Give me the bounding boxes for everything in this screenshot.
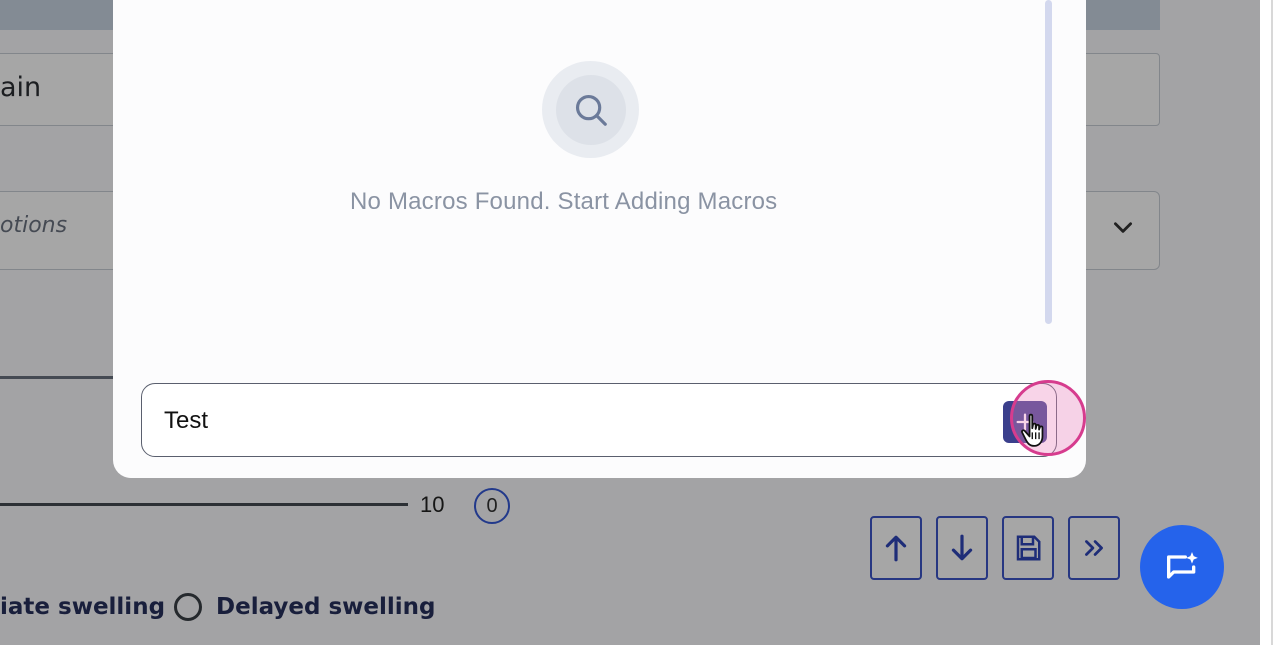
- page-edge: [1260, 0, 1280, 645]
- page-scrollbar[interactable]: [1271, 0, 1273, 645]
- macro-name-input[interactable]: [164, 402, 984, 440]
- empty-state-icon: [542, 61, 639, 158]
- modal-scrollbar[interactable]: [1045, 0, 1052, 324]
- search-icon: [575, 94, 607, 126]
- hand-cursor-icon: [1021, 413, 1044, 447]
- chat-sparkle-icon: [1167, 552, 1198, 579]
- chat-button[interactable]: [1140, 525, 1224, 609]
- macro-input-field[interactable]: [141, 383, 1057, 457]
- empty-state-message: No Macros Found. Start Adding Macros: [350, 188, 778, 215]
